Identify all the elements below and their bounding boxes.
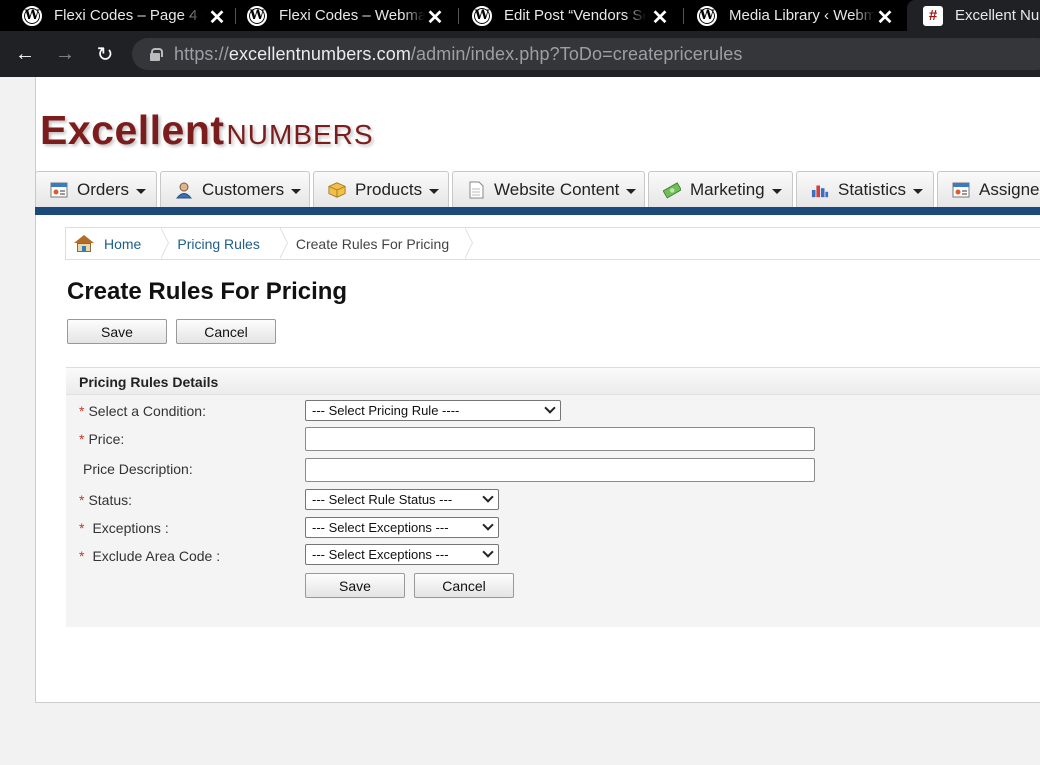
status-select[interactable]: --- Select Rule Status --- [305,489,499,510]
save-button[interactable]: Save [67,319,167,344]
close-tab-icon[interactable]: ✕ [425,5,445,30]
close-tab-icon[interactable]: ✕ [650,5,670,30]
reload-icon[interactable]: ↻ [93,42,117,66]
panel-header: Pricing Rules Details [66,368,1040,395]
main-menu: Orders Customers Products Website Conten… [35,171,1040,207]
url-text: https://excellentnumbers.com/admin/index… [174,43,743,64]
exceptions-label: * Exceptions : [79,520,169,536]
browser-tab[interactable]: W Edit Post “Vendors Search ✕ [472,0,670,31]
menu-statistics[interactable]: Statistics [796,171,934,207]
chevron-down-icon [482,491,494,503]
back-arrow-icon[interactable]: ← [13,42,37,66]
menu-website-content[interactable]: Website Content [452,171,645,207]
customers-icon [175,181,193,199]
lock-icon [150,47,163,61]
close-tab-icon[interactable]: ✕ [207,5,227,30]
menu-orders[interactable]: Orders [35,171,157,207]
condition-select[interactable]: --- Select Pricing Rule ---- [305,400,561,421]
breadcrumb-current: Create Rules For Pricing [280,227,474,259]
chevron-down-icon [135,189,146,194]
chevron-down-icon [291,189,302,194]
exclude-area-code-label: * Exclude Area Code : [79,548,221,564]
close-tab-icon[interactable]: ✕ [875,5,895,30]
document-icon [467,181,485,199]
form-cancel-button[interactable]: Cancel [414,573,514,598]
form-save-button[interactable]: Save [305,573,405,598]
menu-marketing[interactable]: Marketing [648,171,793,207]
panel-title: Pricing Rules Details [79,374,219,390]
cancel-button[interactable]: Cancel [176,319,276,344]
orders-icon [50,181,68,199]
wordpress-icon: W [472,5,492,26]
price-label: * Price: [79,431,125,447]
home-icon [74,235,94,252]
wordpress-icon: W [247,5,267,26]
site-logo[interactable]: Excellent Numbers [40,107,374,153]
menu-assigned[interactable]: Assigned [937,171,1040,207]
chevron-down-icon [544,402,556,414]
price-description-input[interactable] [305,458,815,482]
bar-chart-icon [811,181,829,199]
exclude-area-code-select[interactable]: --- Select Exceptions --- [305,544,499,565]
menu-customers[interactable]: Customers [160,171,310,207]
chevron-down-icon [482,546,494,558]
menu-products[interactable]: Products [313,171,449,207]
assigned-icon [952,181,970,199]
site-hash-icon: # [923,5,943,26]
exceptions-select[interactable]: --- Select Exceptions --- [305,517,499,538]
chevron-down-icon [429,189,440,194]
browser-tab-active[interactable]: # Excellent Numbers [907,0,1040,31]
breadcrumb-home[interactable]: Home [66,227,170,259]
breadcrumb: Home Pricing Rules Create Rules For Pric… [65,227,1040,260]
price-description-label: Price Description: [83,461,193,477]
browser-tab-bar: W Flexi Codes – Page 4 – ✕ W Flexi Codes… [0,0,1040,31]
chevron-down-icon [913,189,924,194]
breadcrumb-pricing-rules[interactable]: Pricing Rules [161,227,289,259]
browser-tab[interactable]: W Flexi Codes – Webmaster ✕ [247,0,445,31]
condition-label: * Select a Condition: [79,403,206,419]
wordpress-icon: W [697,5,717,26]
chevron-down-icon [626,189,637,194]
browser-tab[interactable]: W Media Library ‹ Webmaster ✕ [697,0,895,31]
browser-tab[interactable]: W Flexi Codes – Page 4 – ✕ [22,0,227,31]
browser-toolbar: ← → ↻ https://excellentnumbers.com/admin… [0,31,1040,77]
page-title: Create Rules For Pricing [67,278,348,305]
products-icon [328,181,346,199]
address-bar[interactable]: https://excellentnumbers.com/admin/index… [132,38,1040,70]
wordpress-icon: W [22,5,42,26]
chevron-down-icon [771,189,782,194]
chevron-down-icon [482,519,494,531]
price-input[interactable] [305,427,815,451]
forward-arrow-icon[interactable]: → [53,42,77,66]
money-icon [663,181,681,199]
status-label: * Status: [79,492,133,508]
menu-divider-bar [35,207,1040,215]
